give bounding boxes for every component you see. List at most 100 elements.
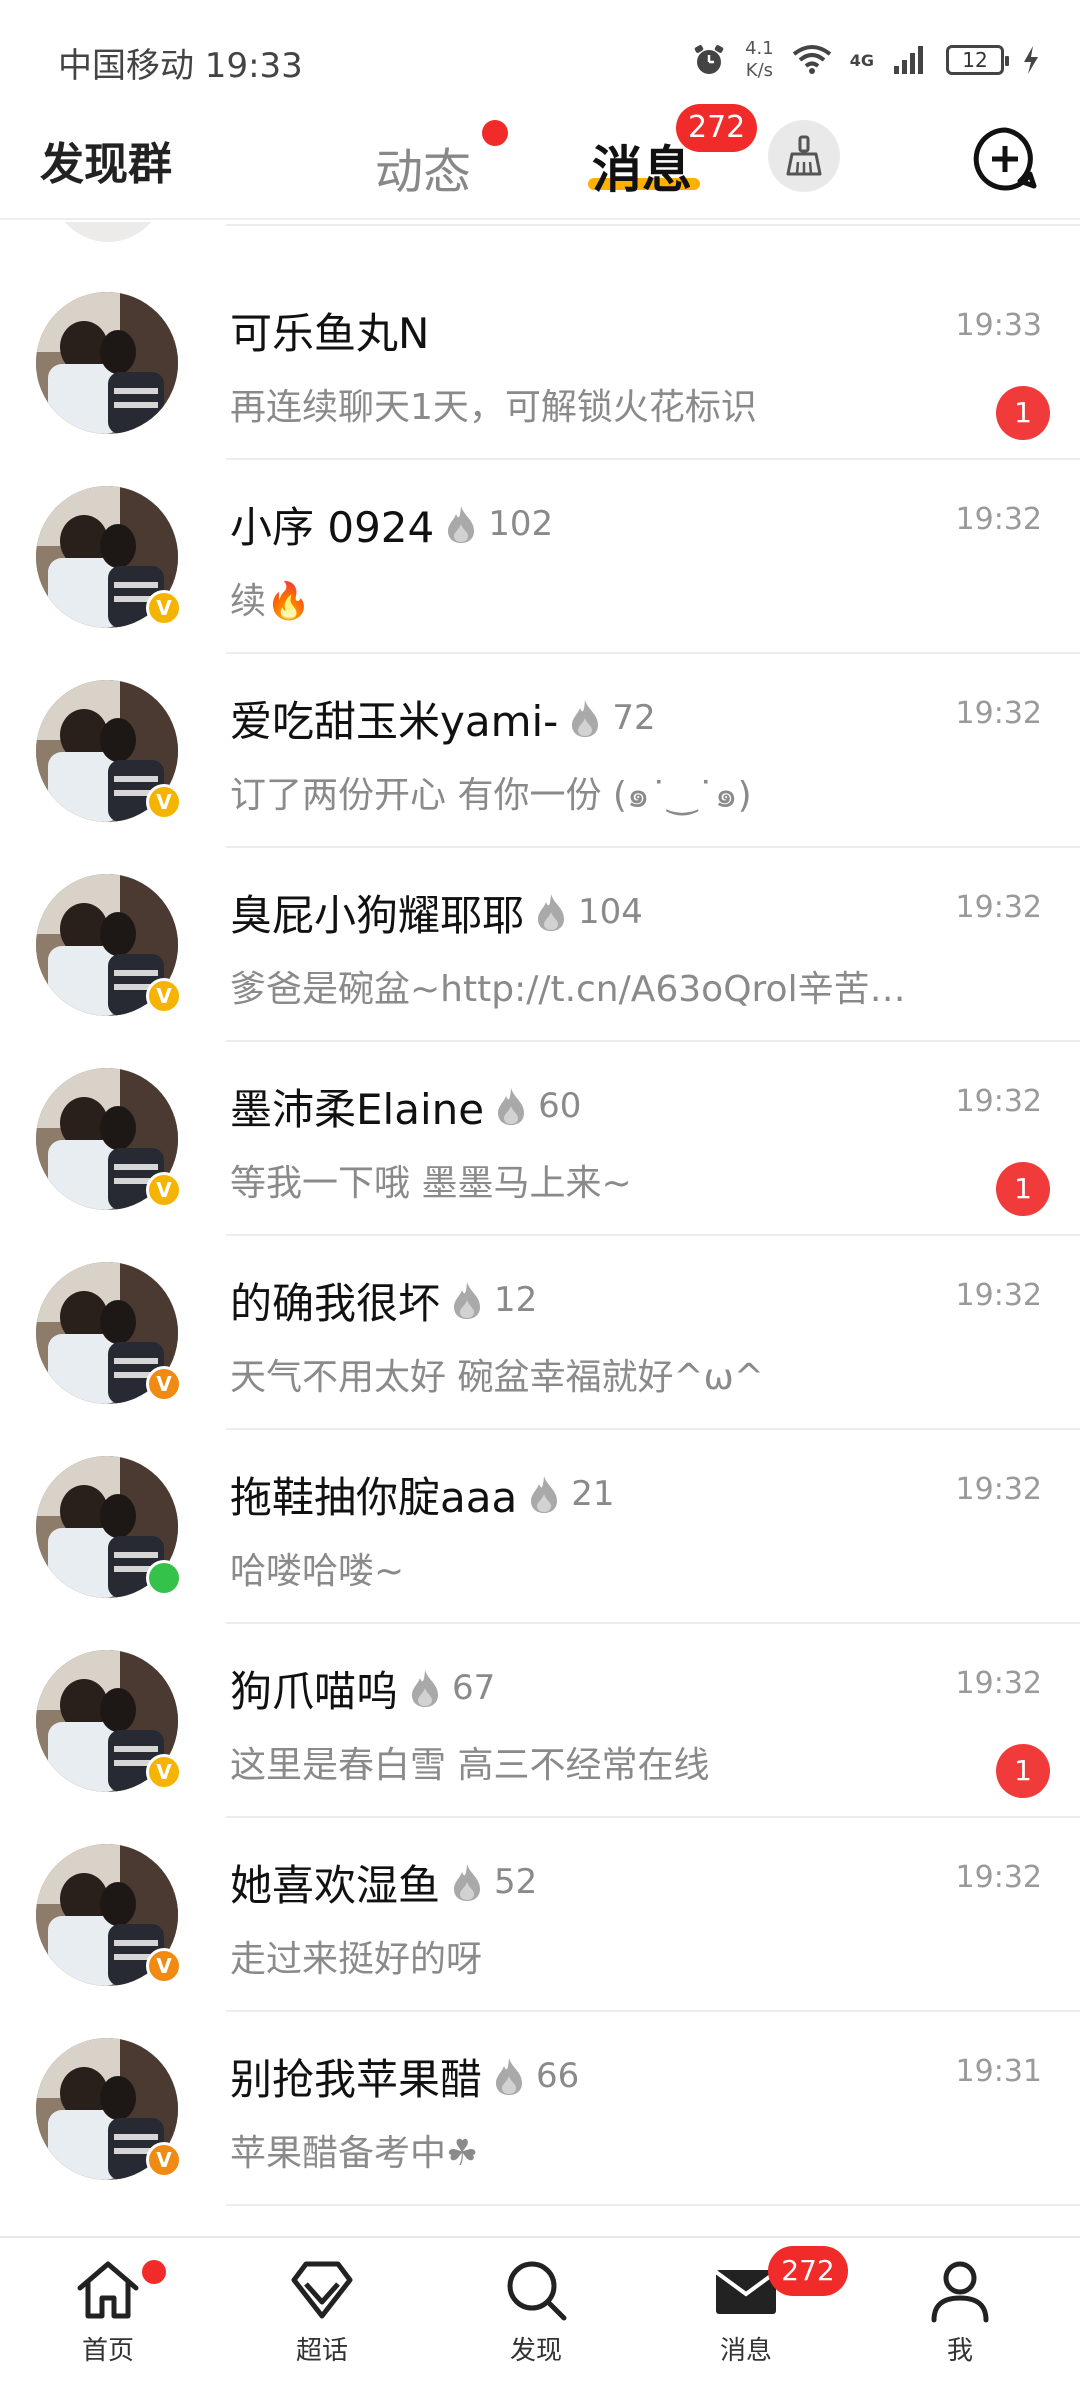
conversation-item[interactable]: V 爱吃甜玉米yami- 72 19:32 订了两份开心 有你一份 (๑˙‿˙๑) <box>0 654 1080 848</box>
conversation-list[interactable]: 可乐鱼丸N 19:33 再连续聊天1天，可解锁火花标识 1 V 小序 0924 102 19:… <box>0 222 1080 2236</box>
conversation-item[interactable]: V 她喜欢湿鱼 52 19:32 走过来挺好的呀 <box>0 1818 1080 2012</box>
conversation-item[interactable]: 可乐鱼丸N 19:33 再连续聊天1天，可解锁火花标识 1 <box>0 266 1080 460</box>
streak-count: 66 <box>536 2056 580 2096</box>
streak-flame-icon <box>412 1670 439 1707</box>
contact-name: 狗爪喵呜 <box>230 1666 399 1716</box>
nav-messages[interactable]: 272 消息 <box>666 2238 848 2388</box>
charging-icon <box>1024 46 1038 74</box>
conversation-item[interactable]: V 别抢我苹果醋 66 19:31 苹果醋备考中☘ <box>0 2012 1080 2206</box>
nav-super-topic-label: 超话 <box>295 2336 348 2366</box>
tab-messages[interactable]: 消息 <box>592 130 692 202</box>
nav-home-label: 首页 <box>81 2336 134 2366</box>
unread-badge: 1 <box>996 1162 1050 1216</box>
avatar[interactable] <box>36 292 178 434</box>
verified-badge-icon: V <box>146 1948 182 1984</box>
streak-flame-icon <box>572 700 599 737</box>
message-time: 19:32 <box>955 890 1042 925</box>
tab-dynamic[interactable]: 动态 <box>375 132 471 202</box>
streak-flame-icon <box>538 894 565 931</box>
message-preview: 这里是春白雪 高三不经常在线 <box>230 1745 710 1786</box>
nav-super-topic[interactable]: 超话 <box>242 2238 402 2388</box>
search-icon <box>507 2261 567 2321</box>
nav-home[interactable]: 首页 <box>28 2238 188 2388</box>
message-time: 19:32 <box>955 1666 1042 1701</box>
contact-name-line: 别抢我苹果醋 66 <box>230 2048 579 2104</box>
contact-name: 的确我很坏 <box>230 1278 441 1328</box>
contact-name-line: 墨沛柔Elaine 60 <box>230 1078 581 1134</box>
message-time: 19:32 <box>955 502 1042 537</box>
message-preview: 苹果醋备考中☘ <box>230 2133 479 2174</box>
conversation-item[interactable]: V 臭屁小狗耀耶耶 104 19:32 爹爸是碗盆~http://t.cn/A63oQr… <box>0 848 1080 1042</box>
streak-count: 52 <box>494 1862 538 1902</box>
nav-me[interactable]: 我 <box>880 2238 1040 2388</box>
streak-flame-icon <box>448 506 475 543</box>
contact-name-line: 她喜欢湿鱼 52 <box>230 1854 537 1910</box>
conversation-item[interactable]: 拖鞋抽你腚aaa 21 19:32 哈喽哈喽~ <box>0 1430 1080 1624</box>
streak-count: 67 <box>452 1668 496 1708</box>
contact-name-line: 可乐鱼丸N <box>230 302 429 358</box>
online-status-dot <box>146 1560 182 1596</box>
home-icon <box>77 2261 139 2319</box>
contact-name: 她喜欢湿鱼 <box>230 1860 441 1910</box>
broom-icon <box>786 135 822 176</box>
contact-name-line: 爱吃甜玉米yami- 72 <box>230 690 656 746</box>
conversation-item[interactable]: V 的确我很坏 12 19:32 天气不用太好 碗盆幸福就好^ω^ <box>0 1236 1080 1430</box>
contact-name-line: 的确我很坏 12 <box>230 1272 537 1328</box>
message-preview: 再连续聊天1天，可解锁火花标识 <box>230 387 757 428</box>
messages-tab-badge: 272 <box>676 104 758 152</box>
verified-badge-icon: V <box>146 978 182 1014</box>
message-time: 19:32 <box>955 696 1042 731</box>
verified-badge-icon: V <box>146 1754 182 1790</box>
message-preview: 天气不用太好 碗盆幸福就好^ω^ <box>230 1357 764 1398</box>
top-header: 发现群 动态 消息 272 <box>0 104 1080 220</box>
person-icon <box>931 2261 989 2323</box>
divider <box>226 2204 1080 2206</box>
nav-discover-label: 发现 <box>509 2336 562 2366</box>
bottom-navigation: 首页 超话 发现 272 消息 我 <box>0 2236 1080 2388</box>
network-type: 4G <box>849 50 874 70</box>
discover-group-button[interactable]: 发现群 <box>40 128 172 192</box>
message-time: 19:32 <box>955 1084 1042 1119</box>
contact-name: 拖鞋抽你腚aaa <box>230 1472 518 1522</box>
verified-badge-icon: V <box>146 2142 182 2178</box>
partial-list-item[interactable] <box>0 222 1080 266</box>
streak-count: 12 <box>494 1280 538 1320</box>
avatar <box>48 222 168 242</box>
conversation-item[interactable]: V 墨沛柔Elaine 60 19:32 等我一下哦 墨墨马上来~ 1 <box>0 1042 1080 1236</box>
new-chat-button[interactable] <box>970 124 1040 194</box>
verified-badge-icon: V <box>146 1366 182 1402</box>
signal-icon <box>894 46 923 74</box>
nav-discover[interactable]: 发现 <box>456 2238 616 2388</box>
message-time: 19:32 <box>955 1472 1042 1507</box>
streak-count: 102 <box>488 504 554 544</box>
contact-name-line: 狗爪喵呜 67 <box>230 1660 495 1716</box>
clear-unread-button[interactable] <box>768 120 840 192</box>
conversation-item[interactable]: V 小序 0924 102 19:32 续🔥 <box>0 460 1080 654</box>
streak-count: 60 <box>538 1086 582 1126</box>
message-time: 19:31 <box>955 2054 1042 2089</box>
streak-flame-icon <box>498 1088 525 1125</box>
contact-name: 爱吃甜玉米yami- <box>230 696 559 746</box>
conversation-item[interactable]: V 狗爪喵呜 67 19:32 这里是春白雪 高三不经常在线 1 <box>0 1624 1080 1818</box>
home-notification-dot <box>142 2260 166 2284</box>
message-time: 19:33 <box>955 308 1042 343</box>
contact-name-line: 拖鞋抽你腚aaa 21 <box>230 1466 614 1522</box>
contact-name-line: 臭屁小狗耀耶耶 104 <box>230 884 643 940</box>
divider <box>226 224 1080 226</box>
message-time: 19:32 <box>955 1860 1042 1895</box>
diamond-icon <box>291 2261 353 2319</box>
contact-name: 别抢我苹果醋 <box>230 2054 483 2104</box>
streak-flame-icon <box>531 1476 558 1513</box>
unread-badge: 1 <box>996 386 1050 440</box>
streak-flame-icon <box>454 1864 481 1901</box>
verified-badge-icon: V <box>146 1172 182 1208</box>
message-time: 19:32 <box>955 1278 1042 1313</box>
carrier-time: 中国移动 19:33 <box>58 46 303 86</box>
status-icons: 4.1 K/s 4G 12 <box>691 30 1040 90</box>
wifi-icon <box>792 45 831 74</box>
streak-count: 104 <box>578 892 643 932</box>
streak-count: 72 <box>612 698 656 738</box>
net-speed: 4.1 K/s <box>745 38 774 81</box>
contact-name: 可乐鱼丸N <box>230 308 430 358</box>
message-preview: 续🔥 <box>230 581 311 622</box>
